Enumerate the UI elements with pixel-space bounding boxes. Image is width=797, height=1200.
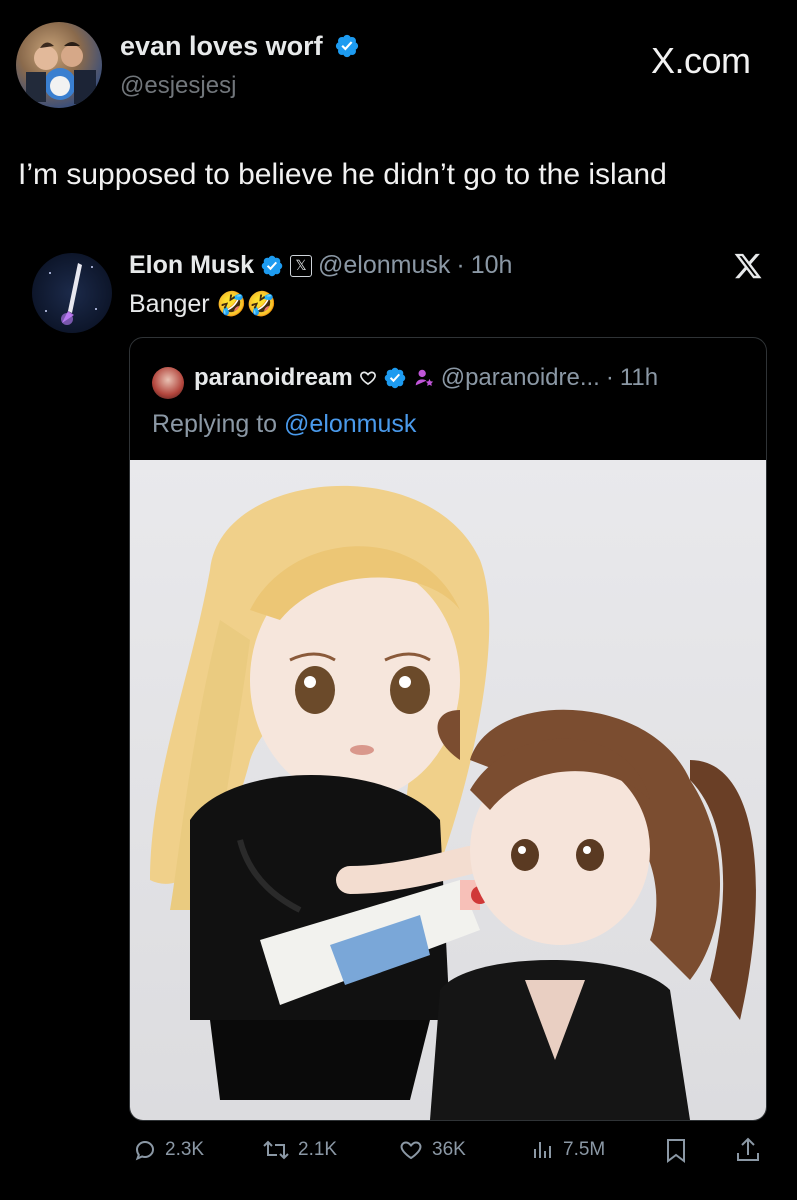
site-label: X.com [651, 40, 751, 81]
nested-quote-card[interactable]: paranoidream @paranoidre... · 11h Replyi… [129, 337, 767, 1121]
replying-to-prefix: Replying to [152, 410, 278, 438]
nested-header: paranoidream @paranoidre... · 11h [194, 364, 658, 392]
share-icon[interactable] [735, 1136, 761, 1164]
verified-badge-icon [384, 367, 405, 389]
avatar-photo [26, 42, 96, 104]
repost-icon [263, 1140, 289, 1160]
nested-time: 11h [619, 364, 659, 391]
replying-to-line: Replying to @elonmusk [152, 410, 416, 439]
quoted-header[interactable]: Elon Musk 𝕏 @elonmusk · 10h [129, 251, 512, 280]
repost-count: 2.1K [298, 1139, 338, 1160]
quoted-time: 10h [470, 251, 513, 279]
quoted-author-name: Elon Musk [129, 251, 255, 279]
quoted-dot: · [456, 251, 465, 279]
nested-author-avatar[interactable] [152, 367, 184, 399]
heart-outline-icon [359, 371, 376, 385]
x-affiliate-badge-icon: 𝕏 [290, 254, 313, 277]
author-avatar[interactable] [16, 22, 102, 108]
quoted-text-body: Banger [129, 290, 210, 318]
author-name-text: evan loves worf [120, 31, 323, 61]
rocket-icon [45, 263, 97, 325]
replying-to-mention[interactable]: @elonmusk [284, 410, 416, 438]
figurine-illustration [150, 485, 756, 1120]
author-display-name[interactable]: evan loves worf [120, 31, 360, 62]
views-chart-icon [534, 1142, 551, 1158]
nested-author-handle: @paranoidre... [440, 364, 600, 391]
nested-dot: · [605, 364, 614, 391]
attached-image[interactable] [130, 460, 766, 1120]
x-logo-icon [734, 253, 762, 279]
quoted-author-handle: @elonmusk [318, 251, 451, 279]
reply-icon [135, 1140, 155, 1161]
tweet-text: I’m supposed to believe he didn’t go to … [18, 158, 667, 191]
verified-badge-icon [336, 34, 359, 57]
quoted-text: Banger 🤣🤣 [129, 290, 276, 319]
author-handle[interactable]: @esjesjesj [120, 72, 236, 100]
like-button[interactable]: 36K [398, 1133, 466, 1167]
verified-badge-icon [261, 255, 283, 276]
reply-button[interactable]: 2.3K [133, 1133, 204, 1167]
views-button[interactable]: 7.5M [531, 1133, 605, 1167]
views-count: 7.5M [563, 1139, 606, 1160]
nested-author-name: paranoidream [194, 364, 353, 391]
reply-count: 2.3K [165, 1139, 205, 1160]
bookmark-icon[interactable] [665, 1138, 687, 1164]
subscriber-badge-icon [415, 369, 433, 386]
like-count: 36K [432, 1139, 466, 1160]
heart-icon [400, 1141, 422, 1160]
repost-button[interactable]: 2.1K [262, 1133, 337, 1167]
quoted-author-avatar[interactable] [32, 253, 112, 333]
laughing-emoji: 🤣🤣 [216, 291, 277, 318]
